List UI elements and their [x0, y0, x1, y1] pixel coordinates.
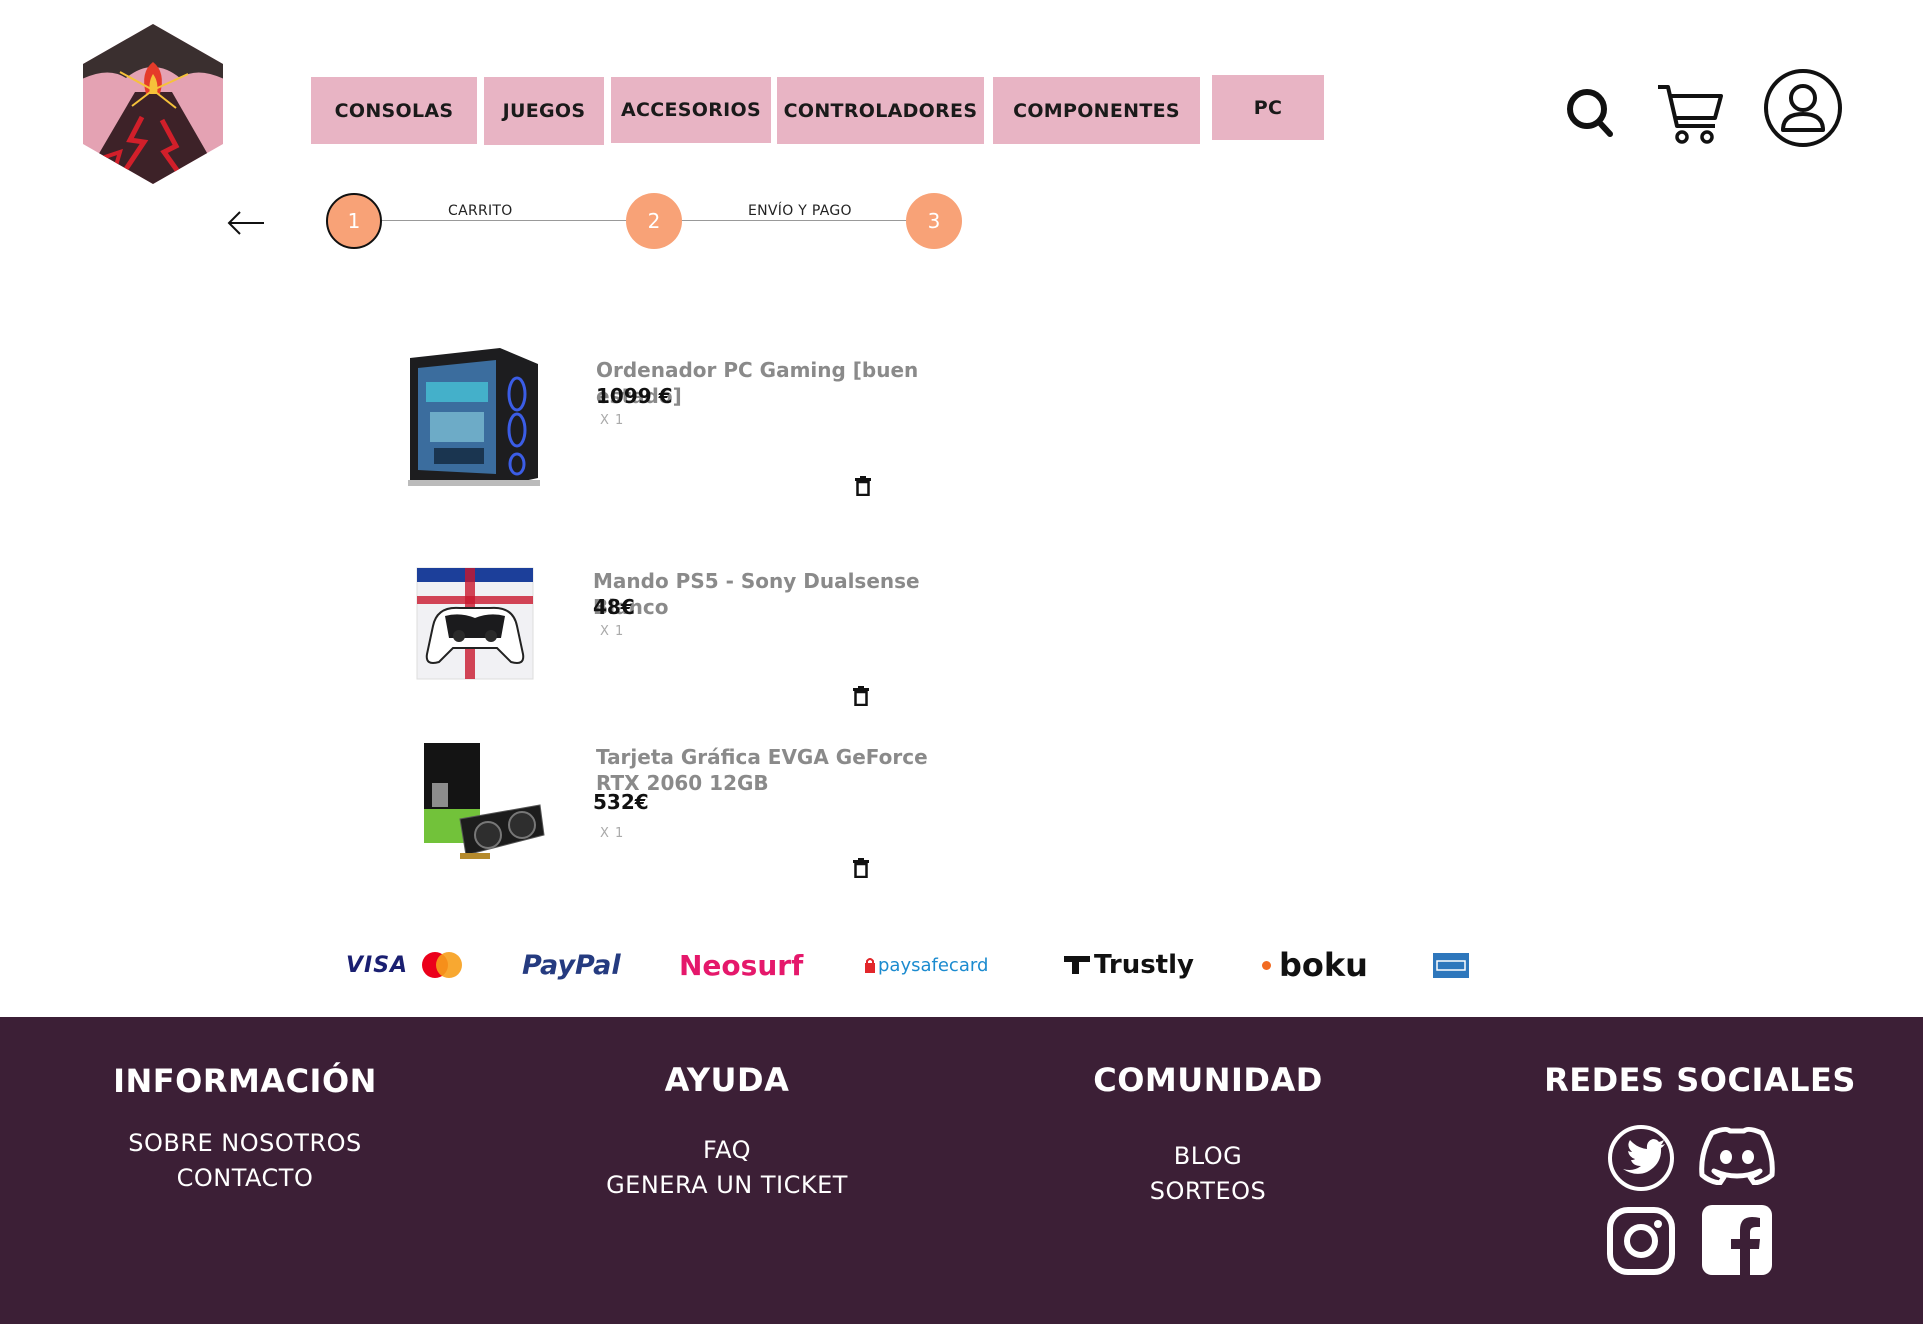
footer-redes-sociales: REDES SOCIALES: [1530, 1061, 1870, 1099]
product-quantity[interactable]: X 1: [600, 624, 624, 639]
trash-icon[interactable]: [852, 686, 870, 706]
footer-title-comunidad: COMUNIDAD: [1093, 1061, 1323, 1099]
footer-comunidad: COMUNIDAD BLOG SORTEOS: [1058, 1061, 1358, 1209]
discord-icon[interactable]: [1698, 1125, 1776, 1185]
boku-logo: boku: [1262, 940, 1368, 990]
nav-controladores[interactable]: CONTROLADORES: [777, 77, 984, 144]
mastercard-icon: [422, 952, 463, 978]
product-price: 1099 €: [596, 384, 673, 408]
volcano-logo[interactable]: [80, 22, 226, 186]
visa-mastercard-logo: VISA: [346, 940, 466, 990]
boku-dot: [1262, 960, 1271, 970]
payment-methods: VISA PayPal Neosurf paysafecard Trustly …: [340, 940, 1490, 990]
cart-item: Ordenador PC Gaming [buen estado] 1099 €…: [400, 340, 1000, 520]
link-sobre-nosotros[interactable]: SOBRE NOSOTROS: [95, 1126, 395, 1161]
product-quantity[interactable]: X 1: [600, 826, 624, 841]
footer-ayuda: AYUDA FAQ GENERA UN TICKET: [577, 1061, 877, 1203]
link-sorteos[interactable]: SORTEOS: [1058, 1174, 1358, 1209]
nav-consolas[interactable]: CONSOLAS: [311, 77, 477, 144]
amex-card-icon: [1433, 953, 1469, 978]
trustly-logo: Trustly: [1064, 940, 1194, 990]
paysafecard-text: paysafecard: [878, 954, 989, 976]
footer-title-redes: REDES SOCIALES: [1544, 1061, 1856, 1099]
instagram-icon[interactable]: [1607, 1207, 1675, 1275]
paypal-text: PayPal: [522, 949, 621, 981]
footer-informacion: INFORMACIÓN SOBRE NOSOTROS CONTACTO: [95, 1062, 395, 1196]
user-icon[interactable]: [1763, 68, 1843, 148]
neosurf-logo: Neosurf: [679, 948, 804, 982]
nav-juegos[interactable]: JUEGOS: [484, 77, 604, 145]
lock-icon: [865, 958, 875, 973]
cart-item: Tarjeta Gráfica EVGA GeForce RTX 2060 12…: [400, 733, 1000, 913]
link-contacto[interactable]: CONTACTO: [95, 1161, 395, 1196]
trustly-text: Trustly: [1094, 950, 1194, 980]
trash-icon[interactable]: [854, 476, 872, 496]
step-label-envio-pago: ENVÍO Y PAGO: [748, 203, 852, 219]
graphics-card-image: [424, 743, 545, 859]
pc-tower-image: [408, 348, 540, 486]
step-2[interactable]: 2: [626, 193, 682, 249]
link-faq[interactable]: FAQ: [577, 1133, 877, 1168]
stepper-line: [330, 220, 920, 221]
visa-text: VISA: [346, 952, 409, 978]
cart-item: Mando PS5 - Sony Dualsense Blanco 48€ X …: [400, 558, 1000, 738]
footer: INFORMACIÓN SOBRE NOSOTROS CONTACTO AYUD…: [0, 1017, 1923, 1324]
product-price: 532€: [593, 790, 649, 814]
paypal-logo: PayPal: [522, 940, 621, 990]
trustly-icon: [1064, 956, 1090, 974]
nav-componentes[interactable]: COMPONENTES: [993, 77, 1200, 144]
link-blog[interactable]: BLOG: [1058, 1139, 1358, 1174]
checkout-stepper: 1 CARRITO 2 ENVÍO Y PAGO 3: [210, 188, 990, 258]
ps5-controller-image: [416, 567, 534, 680]
product-name-line1: Tarjeta Gráfica EVGA GeForce: [596, 745, 928, 769]
step-1[interactable]: 1: [326, 193, 382, 249]
product-quantity[interactable]: X 1: [600, 413, 624, 428]
search-icon[interactable]: [1565, 87, 1615, 139]
paysafecard-logo: paysafecard: [864, 940, 988, 990]
step-label-carrito: CARRITO: [448, 203, 513, 219]
product-price: 48€: [593, 595, 635, 619]
step-3[interactable]: 3: [906, 193, 962, 249]
cart-icon[interactable]: [1655, 82, 1725, 146]
trash-icon[interactable]: [852, 858, 870, 878]
twitter-icon[interactable]: [1607, 1124, 1675, 1192]
product-name[interactable]: Mando PS5 - Sony Dualsense Blanco: [593, 568, 1000, 620]
link-genera-ticket[interactable]: GENERA UN TICKET: [577, 1168, 877, 1203]
facebook-icon[interactable]: [1702, 1205, 1772, 1275]
nav-pc[interactable]: PC: [1212, 75, 1324, 140]
product-name[interactable]: Tarjeta Gráfica EVGA GeForce RTX 2060 12…: [596, 744, 928, 796]
boku-text: boku: [1279, 946, 1368, 984]
nav-accesorios[interactable]: ACCESORIOS: [611, 77, 771, 143]
footer-title-informacion: INFORMACIÓN: [113, 1062, 377, 1100]
footer-title-ayuda: AYUDA: [664, 1061, 790, 1099]
